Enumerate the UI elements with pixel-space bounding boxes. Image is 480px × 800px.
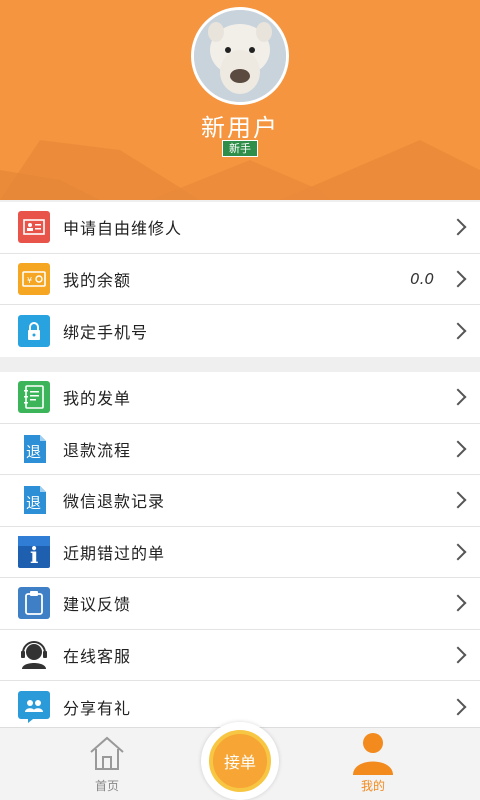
notebook-icon <box>18 381 50 414</box>
tab-mine[interactable]: 我的 <box>323 728 423 800</box>
svg-text:i: i <box>30 543 38 568</box>
home-icon <box>90 736 124 770</box>
menu-item-apply-repairer[interactable]: 申请自由维修人 <box>0 202 480 254</box>
user-icon <box>353 733 393 775</box>
menu-group-orders: 我的发单 退 退款流程 退 微信退款记录 i 近期错过的单 建议反馈 在线客服 … <box>0 372 480 733</box>
menu-label: 绑定手机号 <box>63 322 149 342</box>
id-card-icon <box>18 211 50 244</box>
headset-icon <box>21 640 47 669</box>
svg-text:退: 退 <box>26 443 41 461</box>
menu-label: 我的发单 <box>63 389 132 409</box>
menu-label: 申请自由维修人 <box>63 219 183 239</box>
chevron-right-icon <box>449 218 467 236</box>
menu-label: 建议反馈 <box>63 595 132 615</box>
menu-label: 在线客服 <box>63 646 132 666</box>
menu-label: 近期错过的单 <box>63 543 166 563</box>
share-icon <box>18 690 50 723</box>
username: 新用户 <box>201 114 279 142</box>
tab-mine-label: 我的 <box>360 779 385 793</box>
tab-home[interactable]: 首页 <box>57 728 157 800</box>
svg-text:退: 退 <box>26 494 41 512</box>
menu-label: 分享有礼 <box>63 698 132 718</box>
lock-icon <box>18 314 50 347</box>
menu-item-feedback[interactable]: 建议反馈 <box>0 578 480 630</box>
menu-label: 微信退款记录 <box>63 492 166 512</box>
tab-home-label: 首页 <box>94 779 119 793</box>
svg-text:¥: ¥ <box>27 276 32 285</box>
refund-icon: 退 <box>24 486 46 515</box>
wallet-icon: ¥ <box>18 262 50 295</box>
take-order-button-inner: 接单 <box>209 730 271 792</box>
take-order-button[interactable]: 接单 <box>201 722 279 800</box>
chevron-right-icon <box>449 270 467 288</box>
alpaca-avatar-image <box>194 10 286 102</box>
menu-label: 退款流程 <box>63 440 132 460</box>
menu-item-bind-phone[interactable]: 绑定手机号 <box>0 305 480 357</box>
info-icon: i <box>18 535 50 568</box>
clipboard-icon <box>18 587 50 620</box>
menu-item-refund-process[interactable]: 退 退款流程 <box>0 424 480 475</box>
level-badge: 新手 <box>222 140 258 157</box>
menu-item-missed-orders[interactable]: i 近期错过的单 <box>0 527 480 578</box>
chevron-right-icon <box>449 388 467 406</box>
chevron-right-icon <box>449 594 467 612</box>
profile-header: 新用户 新手 <box>0 0 480 200</box>
menu-item-wechat-refund-records[interactable]: 退 微信退款记录 <box>0 475 480 527</box>
chevron-right-icon <box>449 646 467 664</box>
chevron-right-icon <box>449 698 467 716</box>
chevron-right-icon <box>449 543 467 561</box>
menu-group-account: 申请自由维修人 ¥ 我的余额 0.0 绑定手机号 <box>0 202 480 357</box>
take-order-label: 接单 <box>223 753 256 772</box>
chevron-right-icon <box>449 440 467 458</box>
balance-value: 0.0 <box>410 269 434 288</box>
menu-item-online-service[interactable]: 在线客服 <box>0 630 480 681</box>
menu-item-balance[interactable]: ¥ 我的余额 0.0 <box>0 254 480 305</box>
chevron-right-icon <box>449 491 467 509</box>
menu-item-my-orders[interactable]: 我的发单 <box>0 372 480 424</box>
menu-label: 我的余额 <box>63 270 132 290</box>
avatar[interactable] <box>191 7 289 105</box>
chevron-right-icon <box>449 322 467 340</box>
refund-icon: 退 <box>24 434 46 463</box>
